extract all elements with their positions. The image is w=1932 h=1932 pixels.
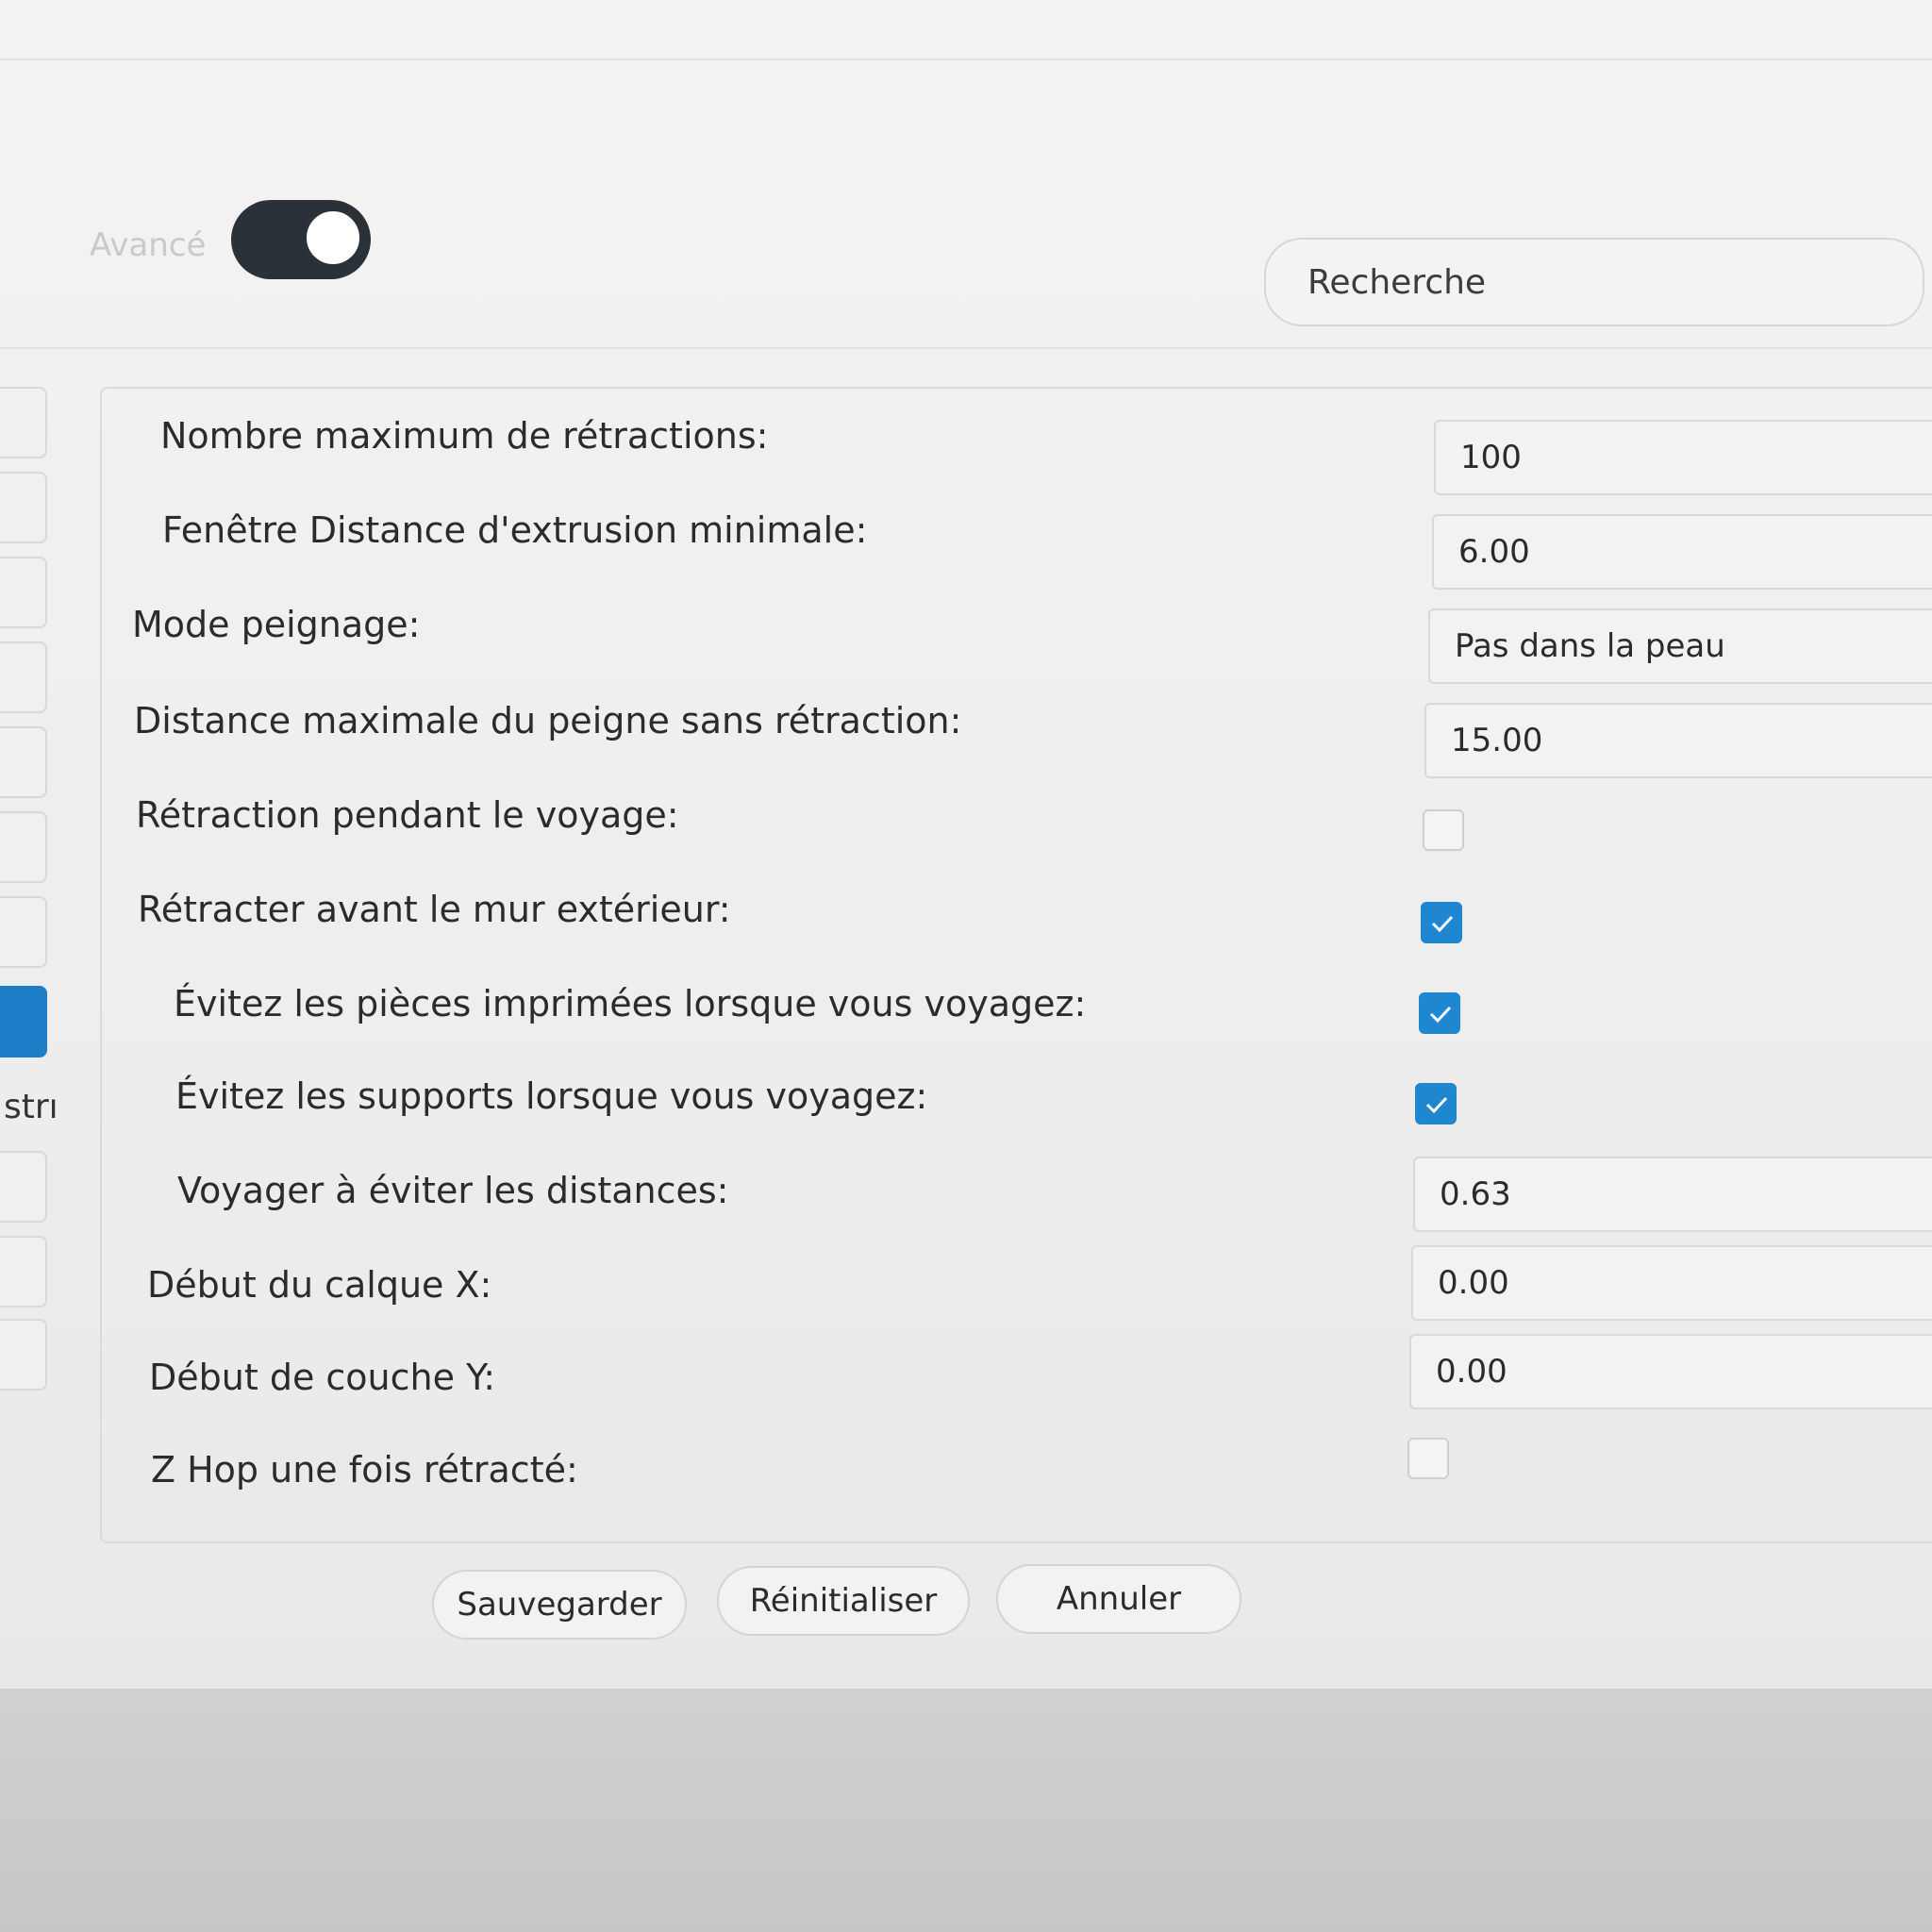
save-button[interactable]: Sauvegarder [432,1570,687,1640]
toggle-knob [303,208,363,268]
setting-label-layer-start-x: Début du calque X: [147,1264,492,1306]
avoid-supports-checkbox[interactable] [1415,1083,1457,1124]
advanced-toggle[interactable] [231,200,371,279]
max-retractions-input[interactable]: 100 [1434,420,1932,495]
avoid-printed-parts-checkbox[interactable] [1419,992,1460,1034]
sidebar-tab[interactable] [0,557,47,628]
setting-label-max-comb-distance: Distance maximale du peigne sans rétract… [134,700,962,741]
sidebar-tab[interactable] [0,1236,47,1307]
max-comb-distance-input[interactable]: 15.00 [1424,703,1932,778]
setting-label-avoid-printed-parts: Évitez les pièces imprimées lorsque vous… [174,983,1087,1024]
reset-button[interactable]: Réinitialiser [717,1566,970,1636]
sidebar-tab[interactable] [0,387,47,458]
setting-label-retract-before-outer-wall: Rétracter avant le mur extérieur: [138,889,731,930]
setting-label-travel-avoid-distance: Voyager à éviter les distances: [177,1170,729,1211]
retract-while-travel-checkbox[interactable] [1423,809,1464,851]
cancel-button[interactable]: Annuler [996,1564,1241,1634]
check-icon [1429,1006,1452,1024]
setting-label-retract-while-travel: Rétraction pendant le voyage: [136,794,679,836]
sidebar-tab[interactable] [0,1319,47,1391]
retract-before-outer-wall-checkbox[interactable] [1421,902,1462,943]
advanced-label: Avancé [90,226,207,264]
setting-label-layer-start-y: Début de couche Y: [149,1357,496,1398]
sidebar-tab[interactable] [0,1151,47,1223]
z-hop-checkbox[interactable] [1407,1438,1449,1479]
travel-avoid-distance-input[interactable]: 0.63 [1413,1157,1932,1232]
combing-mode-select[interactable]: Pas dans la peau [1428,608,1932,684]
sidebar-tab[interactable] [0,726,47,798]
sidebar-tab[interactable] [0,641,47,713]
check-icon [1425,1096,1448,1114]
top-divider [0,58,1932,60]
sidebar-partial-label: strı [4,1088,58,1126]
sidebar-tab[interactable] [0,811,47,883]
sidebar-tab[interactable] [0,896,47,968]
check-icon [1431,915,1454,933]
search-input[interactable] [1264,238,1924,326]
sidebar-tab-active[interactable] [0,986,47,1058]
layer-start-y-input[interactable]: 0.00 [1409,1334,1932,1409]
setting-label-avoid-supports: Évitez les supports lorsque vous voyagez… [175,1075,928,1117]
layer-start-x-input[interactable]: 0.00 [1411,1245,1932,1321]
settings-window: Avancé strı Nombre maximum de rétraction… [0,0,1932,1689]
min-extrusion-window-input[interactable]: 6.00 [1432,514,1932,590]
header-divider [0,347,1932,349]
desktop-background [0,1689,1932,1932]
setting-label-max-retractions: Nombre maximum de rétractions: [160,415,769,457]
sidebar-tab[interactable] [0,472,47,543]
setting-label-z-hop: Z Hop une fois rétracté: [151,1449,578,1491]
setting-label-min-extrusion-window: Fenêtre Distance d'extrusion minimale: [162,509,868,551]
setting-label-combing-mode: Mode peignage: [132,604,421,645]
